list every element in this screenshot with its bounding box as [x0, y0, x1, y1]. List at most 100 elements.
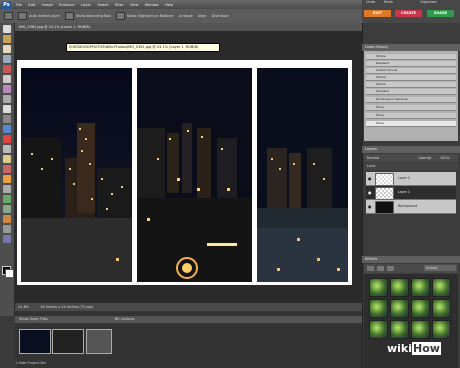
effect-thumbnail[interactable]	[390, 278, 409, 297]
blur-tool-icon[interactable]	[3, 225, 11, 233]
align-button[interactable]: Align	[198, 14, 207, 18]
history-step[interactable]: Stroke	[366, 75, 456, 81]
hand-tool-icon[interactable]	[3, 45, 11, 53]
bounding-box-option[interactable]: Show Bounding Box	[64, 12, 111, 20]
history-step[interactable]: Deselect	[366, 61, 456, 67]
document-tab[interactable]: IMG_5361.jpg @ 24.1% (Layer 1, RGB/8)	[15, 23, 362, 31]
project-bin-header: Show Open Files Bin Actions	[15, 316, 362, 323]
effect-thumbnail[interactable]	[432, 278, 451, 297]
menu-view[interactable]: View	[130, 3, 139, 7]
edit-tab[interactable]: EDIT	[364, 10, 391, 17]
marquee-tool-icon[interactable]	[3, 65, 11, 73]
bin-thumbnail-1[interactable]	[19, 329, 51, 354]
effect-thumbnail[interactable]	[432, 299, 451, 318]
arrange-button[interactable]: Arrange	[179, 14, 193, 18]
quick-selection-icon[interactable]	[3, 95, 11, 103]
photo-effects-icon[interactable]	[387, 266, 394, 271]
show-open-files-dropdown[interactable]: Show Open Files	[15, 317, 48, 321]
cookie-cutter-icon[interactable]	[3, 125, 11, 133]
layer-name: Background	[398, 204, 418, 208]
history-step[interactable]: Deselect	[366, 89, 456, 95]
bin-actions-menu[interactable]: Bin Actions	[115, 316, 135, 323]
menu-filter[interactable]: Filter	[115, 3, 124, 7]
zoom-tool-icon[interactable]	[3, 35, 11, 43]
highlight-rollover-option[interactable]: Show Highlight on Rollover	[115, 12, 174, 20]
gradient-tool-icon[interactable]	[3, 205, 11, 213]
menu-help[interactable]: Help	[165, 3, 173, 7]
zoom-level[interactable]: 24.8%	[15, 305, 29, 309]
effect-thumbnail[interactable]	[432, 320, 451, 339]
lasso-tool-icon[interactable]	[3, 75, 11, 83]
effect-thumbnail[interactable]	[411, 278, 430, 297]
photo-panel-middle	[137, 68, 252, 282]
share-tab[interactable]: SHARE	[427, 10, 454, 17]
magic-wand-icon[interactable]	[3, 85, 11, 93]
photo-panel-right	[257, 68, 348, 282]
undo-history-header[interactable]: Undo History	[362, 44, 460, 51]
shape-tool-icon[interactable]	[3, 215, 11, 223]
red-eye-icon[interactable]	[3, 135, 11, 143]
layer-name: Layer 2	[398, 176, 410, 180]
brush-tool-icon[interactable]	[3, 175, 11, 183]
effect-thumbnail[interactable]	[411, 299, 430, 318]
redo-button[interactable]: Redo	[384, 0, 393, 4]
create-tab[interactable]: CREATE	[395, 10, 422, 17]
background-color-swatch[interactable]	[5, 269, 14, 278]
effects-header[interactable]: Effects	[362, 256, 460, 263]
type-tool-icon[interactable]	[3, 105, 11, 113]
effects-category-dropdown[interactable]: Artistic	[424, 265, 456, 271]
layer-row-selected[interactable]: ● Layer 1	[366, 186, 456, 200]
menu-window[interactable]: Window	[145, 3, 159, 7]
filters-icon[interactable]	[367, 266, 374, 271]
crop-tool-icon[interactable]	[3, 115, 11, 123]
blend-mode-dropdown[interactable]: Normal	[364, 156, 379, 160]
layer-styles-icon[interactable]	[377, 266, 384, 271]
document-size: 30 inches x 20 inches (72 ppi)	[40, 305, 94, 309]
effect-thumbnail[interactable]	[369, 278, 388, 297]
layer-row[interactable]: ● Layer 2	[366, 172, 456, 186]
eye-icon[interactable]: ●	[368, 176, 372, 181]
healing-brush-icon[interactable]	[3, 145, 11, 153]
eyedropper-icon[interactable]	[3, 55, 11, 63]
menu-edit[interactable]: Edit	[28, 3, 35, 7]
smart-brush-icon[interactable]	[3, 185, 11, 193]
layers-header[interactable]: Layers	[362, 146, 460, 153]
auto-select-option[interactable]: Auto Select Layer	[18, 12, 60, 20]
eye-icon[interactable]: ●	[368, 204, 372, 209]
sponge-tool-icon[interactable]	[3, 235, 11, 243]
hide-project-bin-toggle[interactable]: 1 Hide Project Bin	[15, 361, 46, 365]
layer-name: Layer 1	[398, 190, 410, 194]
document-path-tooltip: D:\ESDOCK\PHOTOS\Wiki-Photos\IMG_5361.jp…	[66, 43, 220, 52]
effect-thumbnail[interactable]	[369, 320, 388, 339]
opacity-value[interactable]: 100%	[440, 154, 450, 162]
clone-stamp-icon[interactable]	[3, 155, 11, 163]
effect-thumbnail[interactable]	[411, 320, 430, 339]
menu-enhance[interactable]: Enhance	[59, 3, 75, 7]
menu-image[interactable]: Image	[42, 3, 53, 7]
move-tool-icon[interactable]	[3, 25, 11, 33]
bin-thumbnail-2[interactable]	[52, 329, 84, 354]
bin-thumbnail-3[interactable]	[86, 329, 112, 354]
history-step[interactable]: Move	[366, 105, 456, 111]
effect-thumbnail[interactable]	[390, 320, 409, 339]
eye-icon[interactable]: ●	[368, 190, 372, 195]
eraser-icon[interactable]	[3, 165, 11, 173]
history-step[interactable]: Stroke	[366, 54, 456, 60]
history-step[interactable]: Select Canvas	[366, 68, 456, 74]
menu-select[interactable]: Select	[97, 3, 108, 7]
effect-thumbnail[interactable]	[390, 299, 409, 318]
paint-bucket-icon[interactable]	[3, 195, 11, 203]
distribute-button[interactable]: Distribute	[212, 14, 229, 18]
undo-button[interactable]: Undo	[366, 0, 375, 4]
menu-layer[interactable]: Layer	[81, 3, 91, 7]
history-step-current[interactable]: Move	[366, 121, 456, 127]
history-step[interactable]: Stroke	[366, 82, 456, 88]
toolbox	[0, 23, 15, 316]
history-step[interactable]: Rectangular Marquee	[366, 97, 456, 103]
menu-file[interactable]: File	[16, 3, 22, 7]
effect-thumbnail[interactable]	[369, 299, 388, 318]
layer-thumbnail	[375, 201, 394, 214]
layer-row[interactable]: ● Background	[366, 200, 456, 214]
organizer-button[interactable]: Organizer	[420, 0, 437, 4]
history-step[interactable]: Move	[366, 113, 456, 119]
